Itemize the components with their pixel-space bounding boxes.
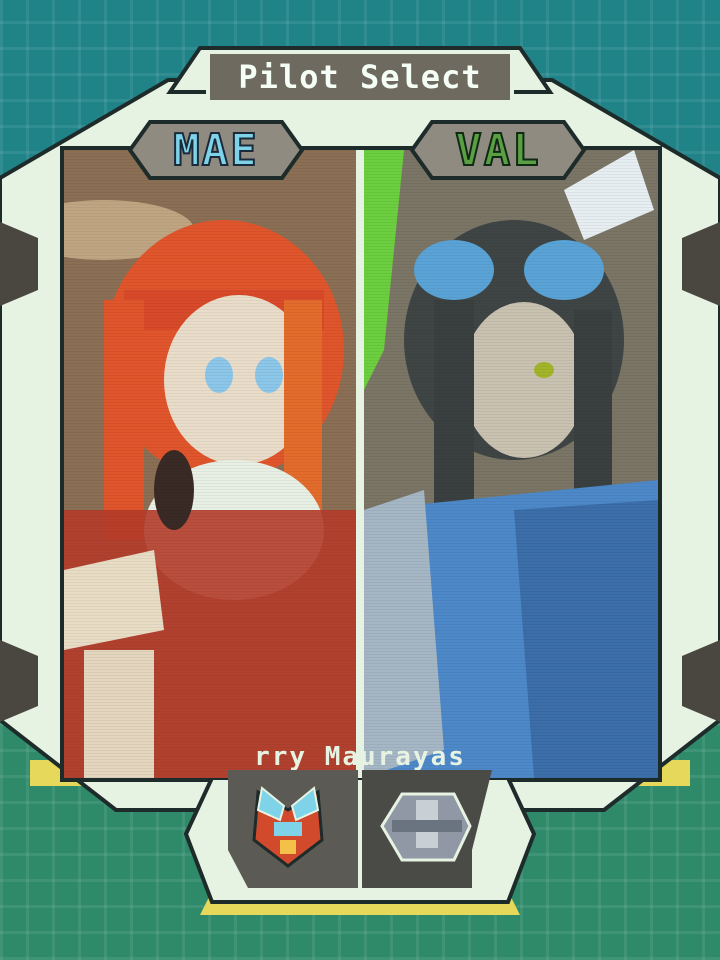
pilot-portrait-mae[interactable] — [64, 150, 356, 778]
pilot-name-tag-mae[interactable]: MAE — [126, 118, 306, 182]
pilot-name-tag-val[interactable]: VAL — [408, 118, 588, 182]
pilot-emblem-mae[interactable] — [218, 770, 358, 888]
pilot-name-mae: MAE — [172, 124, 259, 177]
pilot-portrait-val[interactable] — [364, 150, 658, 778]
butterfly-emblem-icon — [228, 770, 358, 888]
title-plate: Pilot Select — [206, 50, 514, 104]
portrait-divider — [356, 150, 364, 778]
pilot-name-val: VAL — [454, 124, 541, 177]
pilot-art-mae — [64, 150, 356, 778]
helmet-emblem-icon — [362, 770, 492, 888]
screen-title: Pilot Select — [238, 58, 482, 96]
pilot-art-val — [364, 150, 658, 778]
pilot-emblem-val[interactable] — [362, 770, 502, 888]
